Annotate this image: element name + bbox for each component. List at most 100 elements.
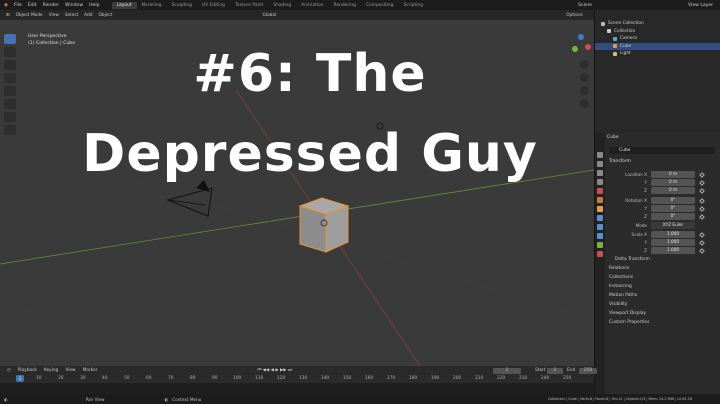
rotation-y-field[interactable]: 0° <box>651 205 695 212</box>
viewport-display-section[interactable]: Viewport Display <box>609 311 646 316</box>
material-tab-icon[interactable] <box>597 251 603 257</box>
timeline[interactable]: 1 10 20 30 40 50 60 70 80 90 100 110 120… <box>0 375 594 394</box>
menu-render[interactable]: Render <box>43 3 59 8</box>
object-name-field[interactable]: Cube <box>609 147 715 154</box>
scale-z-field[interactable]: 1.000 <box>651 247 695 254</box>
end-frame-field[interactable]: 250 <box>579 367 597 374</box>
rotation-z-row: Z 0° <box>609 213 715 220</box>
cube-object[interactable] <box>298 197 350 253</box>
tab-scripting[interactable]: Scripting <box>398 2 428 9</box>
timeline-menu-keying[interactable]: Keying <box>44 368 58 373</box>
keyframe-icon[interactable] <box>699 205 705 212</box>
viewport-menu-view[interactable]: View <box>49 13 59 18</box>
outliner-scene-collection[interactable]: Scene Collection <box>595 20 720 28</box>
rotation-mode-dropdown[interactable]: XYZ Euler <box>651 222 695 229</box>
tab-animation[interactable]: Animation <box>296 2 328 9</box>
modifier-tab-icon[interactable] <box>597 215 603 221</box>
tick-label: 180 <box>409 376 418 381</box>
view-layer-tab-icon[interactable] <box>597 179 603 185</box>
timeline-editor-icon[interactable]: ◷ <box>7 368 11 373</box>
rotation-x-field[interactable]: 0° <box>651 197 695 204</box>
tick-label: 190 <box>431 376 440 381</box>
tick-label: 130 <box>299 376 308 381</box>
data-tab-icon[interactable] <box>597 242 603 248</box>
output-tab-icon[interactable] <box>597 170 603 176</box>
tab-sculpting[interactable]: Sculpting <box>167 2 198 9</box>
tab-shading[interactable]: Shading <box>268 2 296 9</box>
keyframe-icon[interactable] <box>699 179 705 186</box>
outliner-item-collection[interactable]: Collection <box>595 28 720 36</box>
menu-file[interactable]: File <box>14 3 22 8</box>
world-tab-icon[interactable] <box>597 197 603 203</box>
menu-edit[interactable]: Edit <box>28 3 37 8</box>
tab-uv-editing[interactable]: UV Editing <box>197 2 230 9</box>
scene-tab-icon[interactable] <box>597 188 603 194</box>
delta-transform-section[interactable]: Delta Transform <box>615 257 650 262</box>
particles-tab-icon[interactable] <box>597 224 603 230</box>
menu-help[interactable]: Help <box>89 3 99 8</box>
mode-dropdown[interactable]: Object Mode <box>16 13 43 18</box>
playhead[interactable]: 1 <box>16 375 24 382</box>
location-x-field[interactable]: 0 m <box>651 171 695 178</box>
scale-y-field[interactable]: 1.000 <box>651 239 695 246</box>
outliner-item-light[interactable]: Light <box>595 50 720 58</box>
blender-logo-icon[interactable]: ◉ <box>4 3 8 8</box>
custom-properties-section[interactable]: Custom Properties <box>609 320 649 325</box>
keyframe-icon[interactable] <box>699 239 705 246</box>
tab-texture-paint[interactable]: Texture Paint <box>230 2 268 9</box>
tick-label: 90 <box>212 376 218 381</box>
timeline-menu-playback[interactable]: Playback <box>18 368 37 373</box>
relations-section[interactable]: Relations <box>609 266 629 271</box>
tab-compositing[interactable]: Compositing <box>361 2 399 9</box>
physics-tab-icon[interactable] <box>597 233 603 239</box>
location-y-field[interactable]: 0 m <box>651 179 695 186</box>
outliner-item-label: Camera <box>620 36 637 42</box>
motion-paths-section[interactable]: Motion Paths <box>609 293 637 298</box>
keyframe-icon[interactable] <box>699 231 705 238</box>
tool-tab-icon[interactable] <box>597 152 603 158</box>
transform-section[interactable]: Transform <box>609 159 631 164</box>
orientation-dropdown[interactable]: Global <box>262 13 276 18</box>
outliner-item-cube[interactable]: Cube <box>595 42 720 50</box>
render-tab-icon[interactable] <box>597 161 603 167</box>
editor-type-icon[interactable]: ⊞ <box>6 13 10 18</box>
keyframe-icon[interactable] <box>699 171 705 178</box>
timeline-menu-marker[interactable]: Marker <box>83 368 98 373</box>
outliner-header-label: Scene Collection <box>608 21 644 27</box>
location-z-field[interactable]: 0 m <box>651 187 695 194</box>
start-frame-field[interactable]: 1 <box>547 367 563 374</box>
options-dropdown[interactable]: Options <box>566 13 583 18</box>
keyframe-icon[interactable] <box>699 247 705 254</box>
outliner-item-camera[interactable]: Camera <box>595 35 720 43</box>
tab-modeling[interactable]: Modeling <box>137 2 167 9</box>
timeline-ruler[interactable]: 1 10 20 30 40 50 60 70 80 90 100 110 120… <box>0 375 594 383</box>
collections-section[interactable]: Collections <box>609 275 633 280</box>
annotate-icon[interactable] <box>4 112 16 122</box>
viewport-menu-select[interactable]: Select <box>65 13 78 18</box>
keyframe-icon[interactable] <box>699 197 705 204</box>
object-tab-icon[interactable] <box>597 206 603 212</box>
current-frame-field[interactable]: 1 <box>493 367 521 374</box>
location-x-row: Location X 0 m <box>609 171 715 178</box>
camera-object[interactable] <box>166 180 213 217</box>
select-box-icon[interactable] <box>4 34 16 44</box>
view-layer-selector[interactable]: View Layer <box>688 3 713 8</box>
rotation-z-field[interactable]: 0° <box>651 213 695 220</box>
collection-icon <box>607 29 611 34</box>
tab-layout[interactable]: Layout <box>111 1 137 9</box>
scene-selector[interactable]: Scene <box>578 3 592 8</box>
z-axis-icon[interactable] <box>578 34 584 40</box>
keyframe-icon[interactable] <box>699 213 705 220</box>
menu-window[interactable]: Window <box>65 3 83 8</box>
timeline-menu-view[interactable]: View <box>65 368 75 373</box>
scale-x-field[interactable]: 1.000 <box>651 231 695 238</box>
visibility-section[interactable]: Visibility <box>609 302 627 307</box>
playback-controls[interactable]: ⏮ ◀◀ ◀ ▶ ▶▶ ⏭ <box>257 368 291 373</box>
tab-rendering[interactable]: Rendering <box>329 2 361 9</box>
instancing-section[interactable]: Instancing <box>609 284 632 289</box>
tick-label: 210 <box>475 376 484 381</box>
keyframe-icon[interactable] <box>699 187 705 194</box>
viewport-menu-object[interactable]: Object <box>98 13 112 18</box>
field-label: Y <box>644 240 647 245</box>
viewport-menu-add[interactable]: Add <box>84 13 92 18</box>
